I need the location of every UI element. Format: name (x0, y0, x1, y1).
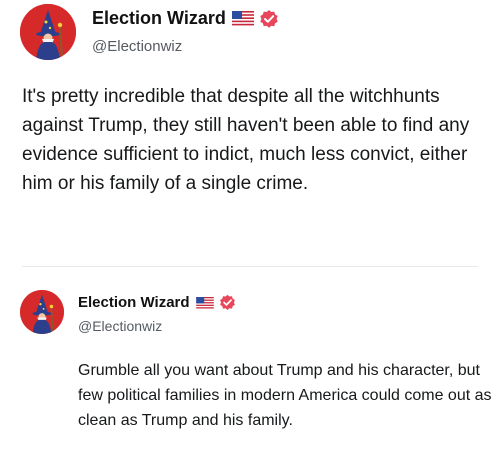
author-handle[interactable]: @Electionwiz (78, 318, 162, 334)
author-row: Election Wizard (92, 8, 279, 29)
post: Election Wizard @Electionwiz Grumble all… (0, 278, 500, 468)
avatar[interactable] (20, 4, 76, 60)
wizard-avatar-icon (20, 4, 76, 60)
divider (22, 266, 478, 267)
verified-badge-icon (219, 294, 236, 311)
author-handle[interactable]: @Electionwiz (92, 38, 182, 55)
author-row: Election Wizard (78, 294, 236, 311)
display-name[interactable]: Election Wizard (92, 8, 226, 29)
avatar[interactable] (20, 290, 64, 334)
post: Election Wizard @Electionwiz It's pretty… (0, 0, 500, 262)
wizard-avatar-icon (20, 290, 64, 334)
post-text: Grumble all you want about Trump and his… (78, 362, 492, 429)
post-text: It's pretty incredible that despite all … (22, 86, 470, 194)
us-flag-icon (195, 296, 214, 309)
us-flag-icon (231, 11, 254, 26)
display-name[interactable]: Election Wizard (78, 294, 190, 311)
verified-badge-icon (259, 9, 279, 29)
